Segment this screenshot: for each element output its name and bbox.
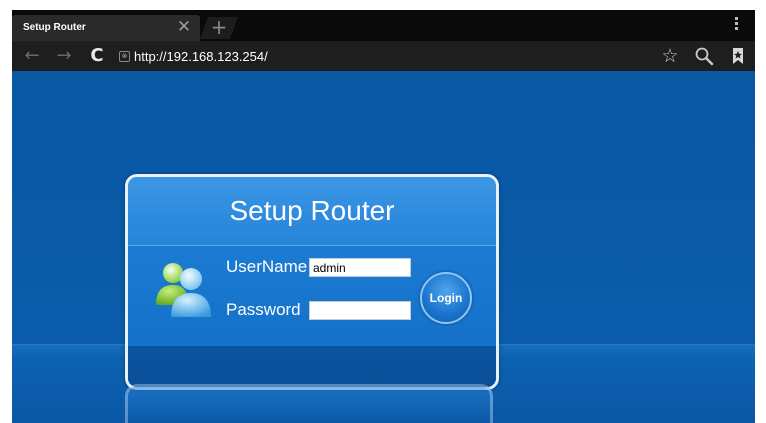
login-button[interactable]: Login	[420, 272, 472, 324]
username-label: UserName	[226, 257, 308, 276]
panel-reflection	[125, 384, 493, 423]
close-icon[interactable]: ✕	[174, 16, 194, 38]
star-icon[interactable]: ☆	[658, 45, 682, 67]
password-label: Password	[226, 300, 301, 319]
tab-setup-router[interactable]: Setup Router ✕	[12, 15, 200, 41]
url-field[interactable]: http://192.168.123.254/	[134, 49, 268, 64]
back-arrow-icon[interactable]: ←	[20, 45, 44, 67]
site-info-icon[interactable]: ⊗	[119, 51, 130, 62]
forward-arrow-icon[interactable]: →	[52, 45, 76, 67]
bookmarks-icon[interactable]	[728, 45, 748, 67]
panel-footer	[128, 346, 496, 387]
login-panel: Setup Router UserName admin Password Log…	[125, 174, 499, 390]
menu-dots-icon[interactable]	[729, 15, 743, 37]
password-input[interactable]	[309, 301, 411, 320]
panel-title: Setup Router	[229, 195, 395, 226]
panel-header: Setup Router	[128, 177, 496, 245]
browser-window: Setup Router ✕ + ← → C ⊗ http://192.168.…	[12, 10, 755, 423]
users-icon	[153, 259, 215, 319]
browser-toolbar: ← → C ⊗ http://192.168.123.254/ ☆	[12, 41, 755, 71]
reload-icon[interactable]: C	[86, 45, 108, 67]
username-input[interactable]	[309, 258, 411, 277]
router-page: Setup Router UserName admin Password Log…	[12, 71, 755, 423]
plus-icon[interactable]: +	[208, 16, 230, 38]
search-icon[interactable]	[692, 45, 716, 67]
tab-strip: Setup Router ✕ +	[12, 10, 755, 41]
tab-title: Setup Router	[23, 22, 86, 33]
